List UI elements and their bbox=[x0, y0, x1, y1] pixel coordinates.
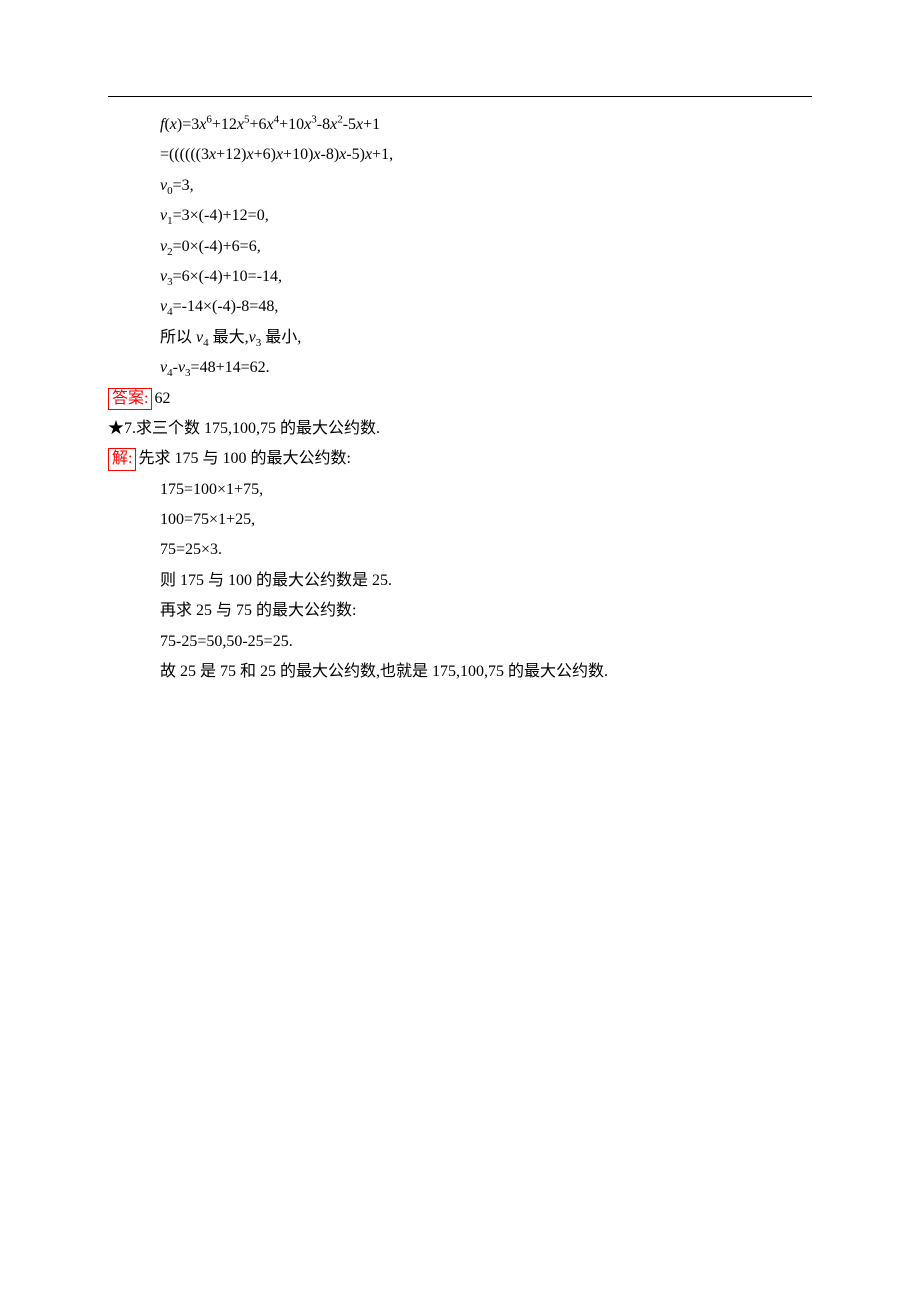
equation-v0: v0=3, bbox=[108, 171, 812, 201]
question-7: ★7.求三个数 175,100,75 的最大公约数. bbox=[108, 414, 812, 444]
answer-label-box: 答案: bbox=[108, 388, 152, 411]
top-horizontal-rule bbox=[108, 96, 812, 97]
star-icon: ★ bbox=[108, 420, 124, 437]
solve-intro: 先求 175 与 100 的最大公约数: bbox=[138, 450, 350, 467]
solve-step-7: 故 25 是 75 和 25 的最大公约数,也就是 175,100,75 的最大… bbox=[108, 657, 812, 687]
solve-step-6: 75-25=50,50-25=25. bbox=[108, 627, 812, 657]
solve-row: 解:先求 175 与 100 的最大公约数: bbox=[108, 444, 812, 474]
document-content: f(x)=3x6+12x5+6x4+10x3-8x2-5x+1 =((((((3… bbox=[108, 110, 812, 687]
conclusion-text: 所以 v4 最大,v3 最小, bbox=[108, 323, 812, 353]
equation-v3: v3=6×(-4)+10=-14, bbox=[108, 262, 812, 292]
solve-step-4: 则 175 与 100 的最大公约数是 25. bbox=[108, 566, 812, 596]
solve-step-1: 175=100×1+75, bbox=[108, 475, 812, 505]
solve-step-3: 75=25×3. bbox=[108, 535, 812, 565]
solve-step-5: 再求 25 与 75 的最大公约数: bbox=[108, 596, 812, 626]
answer-row: 答案:62 bbox=[108, 384, 812, 414]
answer-value: 62 bbox=[154, 390, 170, 407]
equation-diff: v4-v3=48+14=62. bbox=[108, 353, 812, 383]
solve-step-2: 100=75×1+25, bbox=[108, 505, 812, 535]
question-number: 7. bbox=[124, 420, 136, 437]
equation-fx: f(x)=3x6+12x5+6x4+10x3-8x2-5x+1 bbox=[108, 110, 812, 140]
equation-v4: v4=-14×(-4)-8=48, bbox=[108, 292, 812, 322]
equation-v2: v2=0×(-4)+6=6, bbox=[108, 232, 812, 262]
equation-v1: v1=3×(-4)+12=0, bbox=[108, 201, 812, 231]
question-text: 求三个数 175,100,75 的最大公约数. bbox=[136, 420, 380, 437]
solve-label-box: 解: bbox=[108, 448, 136, 471]
equation-horner: =((((((3x+12)x+6)x+10)x-8)x-5)x+1, bbox=[108, 140, 812, 170]
